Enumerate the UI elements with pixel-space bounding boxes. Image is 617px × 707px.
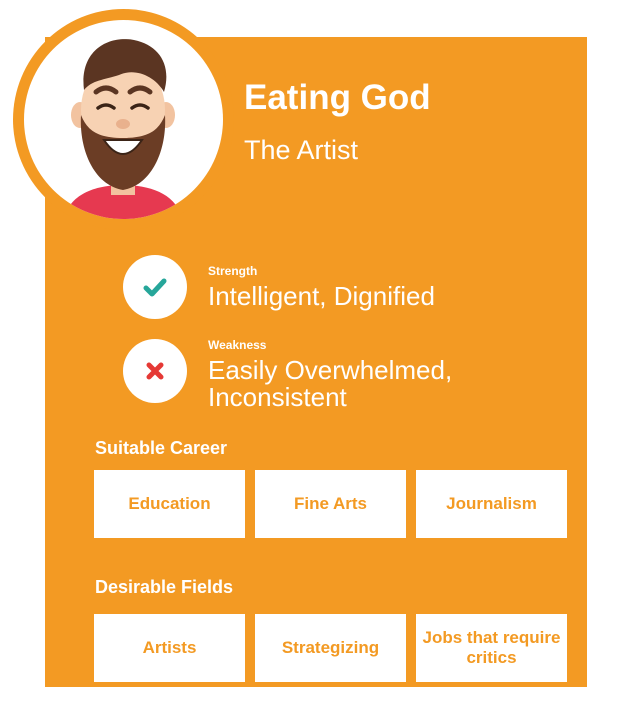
- career-chip: Education: [94, 470, 245, 538]
- bearded-man-avatar-icon: [64, 39, 182, 219]
- fields-title: Desirable Fields: [95, 577, 234, 597]
- career-chip: Fine Arts: [255, 470, 406, 538]
- field-chip: Strategizing: [255, 614, 406, 682]
- careers-title: Suitable Career: [95, 438, 228, 458]
- strength-label: Strength: [208, 264, 258, 278]
- field-chip: Artists: [94, 614, 245, 682]
- profile-subtitle: The Artist: [244, 135, 359, 165]
- cross-icon: [146, 362, 164, 380]
- avatar: [24, 20, 223, 219]
- check-icon: [143, 278, 167, 297]
- weakness-label: Weakness: [208, 338, 267, 352]
- profile-name: Eating God: [244, 78, 431, 117]
- weakness-badge: [123, 339, 187, 403]
- field-chip: Jobs that require critics: [416, 614, 567, 682]
- weakness-value-line2: Inconsistent: [208, 382, 347, 412]
- strength-badge: [123, 255, 187, 319]
- career-chip: Journalism: [416, 470, 567, 538]
- strength-value: Intelligent, Dignified: [208, 281, 435, 311]
- weakness-value-line1: Easily Overwhelmed,: [208, 355, 453, 385]
